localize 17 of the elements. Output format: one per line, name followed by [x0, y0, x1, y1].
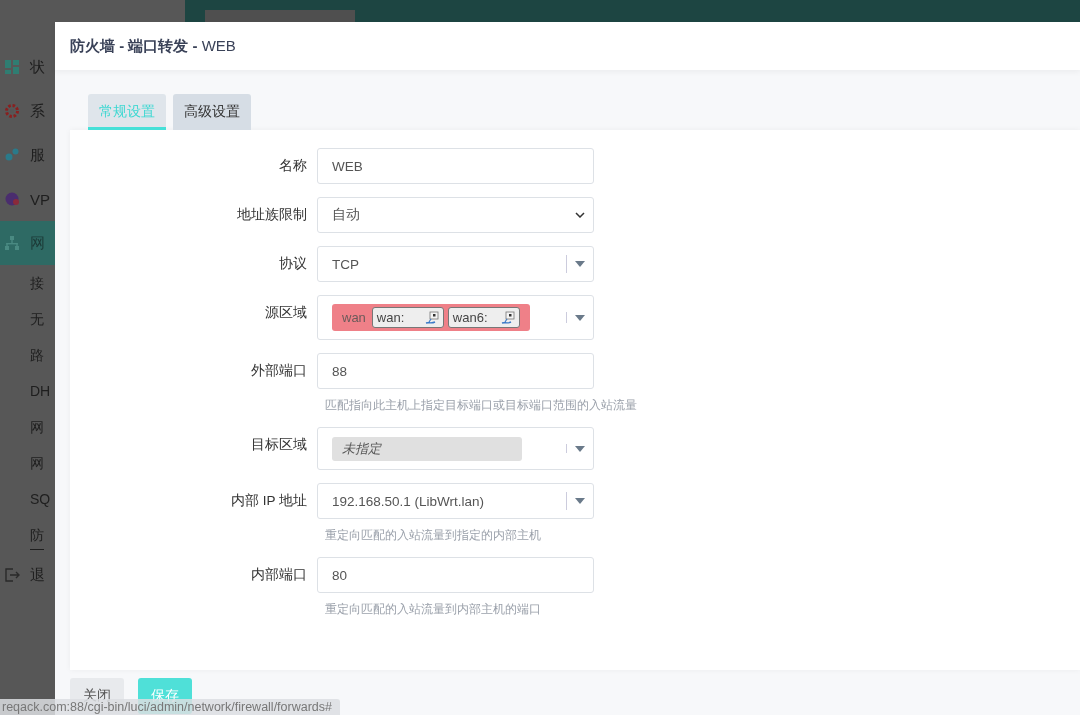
field-label: 外部端口 — [250, 362, 308, 380]
zone-name: wan — [342, 310, 366, 325]
field-hint: 匹配指向此主机上指定目标端口或目标端口范围的入站流量 — [324, 397, 637, 414]
field-hint: 重定向匹配的入站流量到指定的内部主机 — [324, 527, 541, 544]
zone-placeholder: 未指定 — [342, 439, 381, 458]
field-label: 名称 — [278, 157, 308, 175]
field-label: 目标区域 — [250, 436, 308, 454]
field-label: 内部 IP 地址 — [230, 492, 308, 510]
url-tooltip: reqack.com:88/cgi-bin/luci/admin/network/firewall/forwards# — [0, 699, 340, 715]
dialog-title: 防火墙 - 端口转发 - WEB — [70, 36, 236, 56]
field-hint: 重定向匹配的入站流量到内部主机的端口 — [324, 601, 541, 618]
field-label: 内部端口 — [250, 566, 308, 584]
network-badge: wan6: — [447, 307, 520, 328]
field-label: 协议 — [278, 255, 308, 273]
network-badge: wan: — [371, 307, 444, 328]
field-label: 地址族限制 — [236, 206, 308, 224]
field-label: 源区域 — [264, 304, 308, 322]
